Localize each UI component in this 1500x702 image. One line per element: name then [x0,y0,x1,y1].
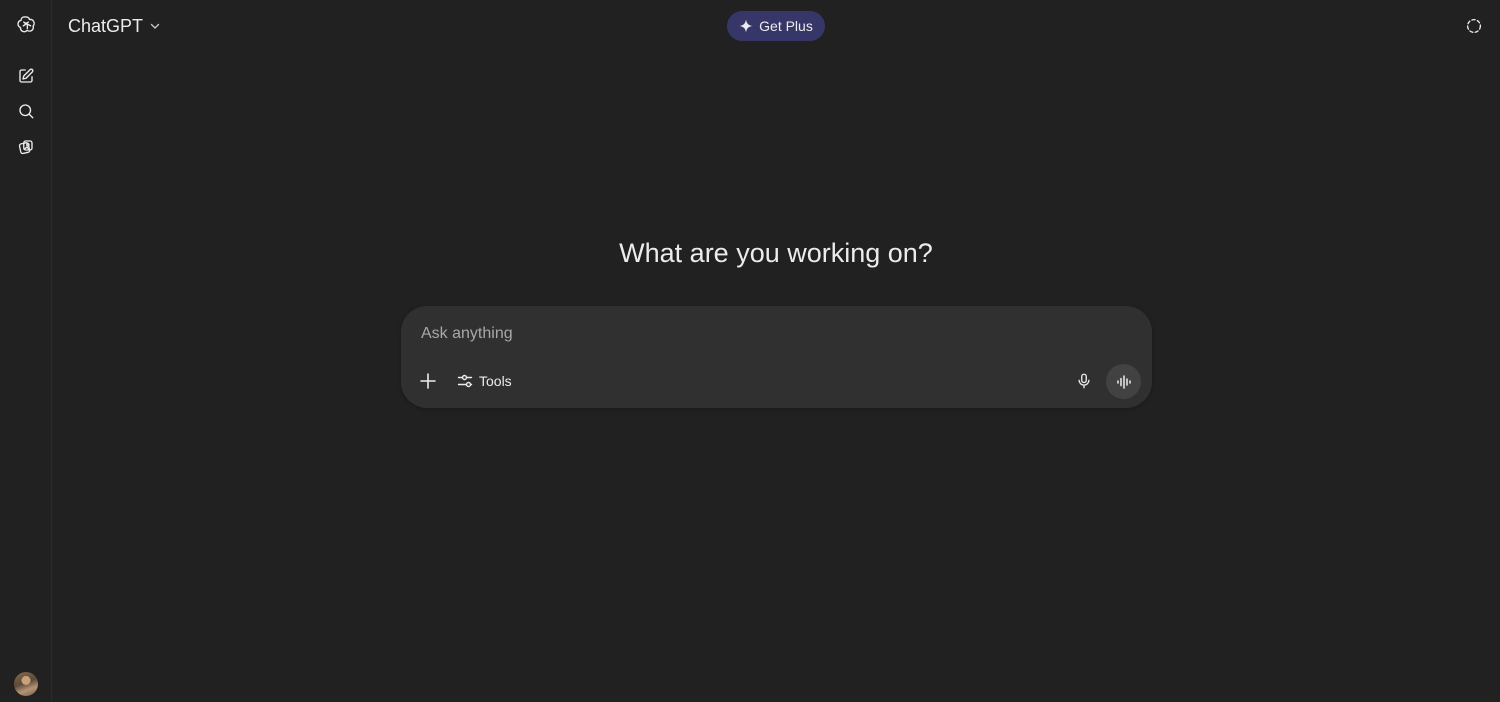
plus-icon [420,373,436,389]
openai-logo-icon[interactable] [8,7,44,43]
search-chats-button[interactable] [8,93,44,129]
library-button[interactable] [8,129,44,165]
chevron-down-icon [150,23,160,29]
voice-waveform-icon [1116,374,1131,389]
prompt-input[interactable] [421,322,1121,346]
temporary-chat-icon [1466,18,1482,34]
chat-composer: Tools [401,306,1152,408]
sliders-icon [457,374,473,388]
dictate-button[interactable] [1069,366,1099,396]
new-chat-icon [19,68,34,83]
sparkle-icon [739,19,753,33]
add-attachment-button[interactable] [413,366,443,396]
get-plus-button[interactable]: Get Plus [727,11,825,41]
model-name: ChatGPT [68,15,144,36]
app: ChatGPT Get Plus What are you working on… [0,0,1500,702]
voice-mode-button[interactable] [1106,364,1141,399]
page-headline: What are you working on? [619,238,933,268]
tools-label: Tools [479,373,512,389]
sidebar-rail [0,0,52,702]
search-icon [19,104,34,119]
avatar[interactable] [14,672,38,696]
tools-button[interactable]: Tools [449,366,520,396]
library-icon [18,140,33,155]
get-plus-label: Get Plus [759,18,813,34]
temporary-chat-button[interactable] [1460,12,1488,40]
new-chat-button[interactable] [8,58,44,94]
microphone-icon [1078,373,1090,389]
model-switcher[interactable]: ChatGPT [60,10,169,42]
